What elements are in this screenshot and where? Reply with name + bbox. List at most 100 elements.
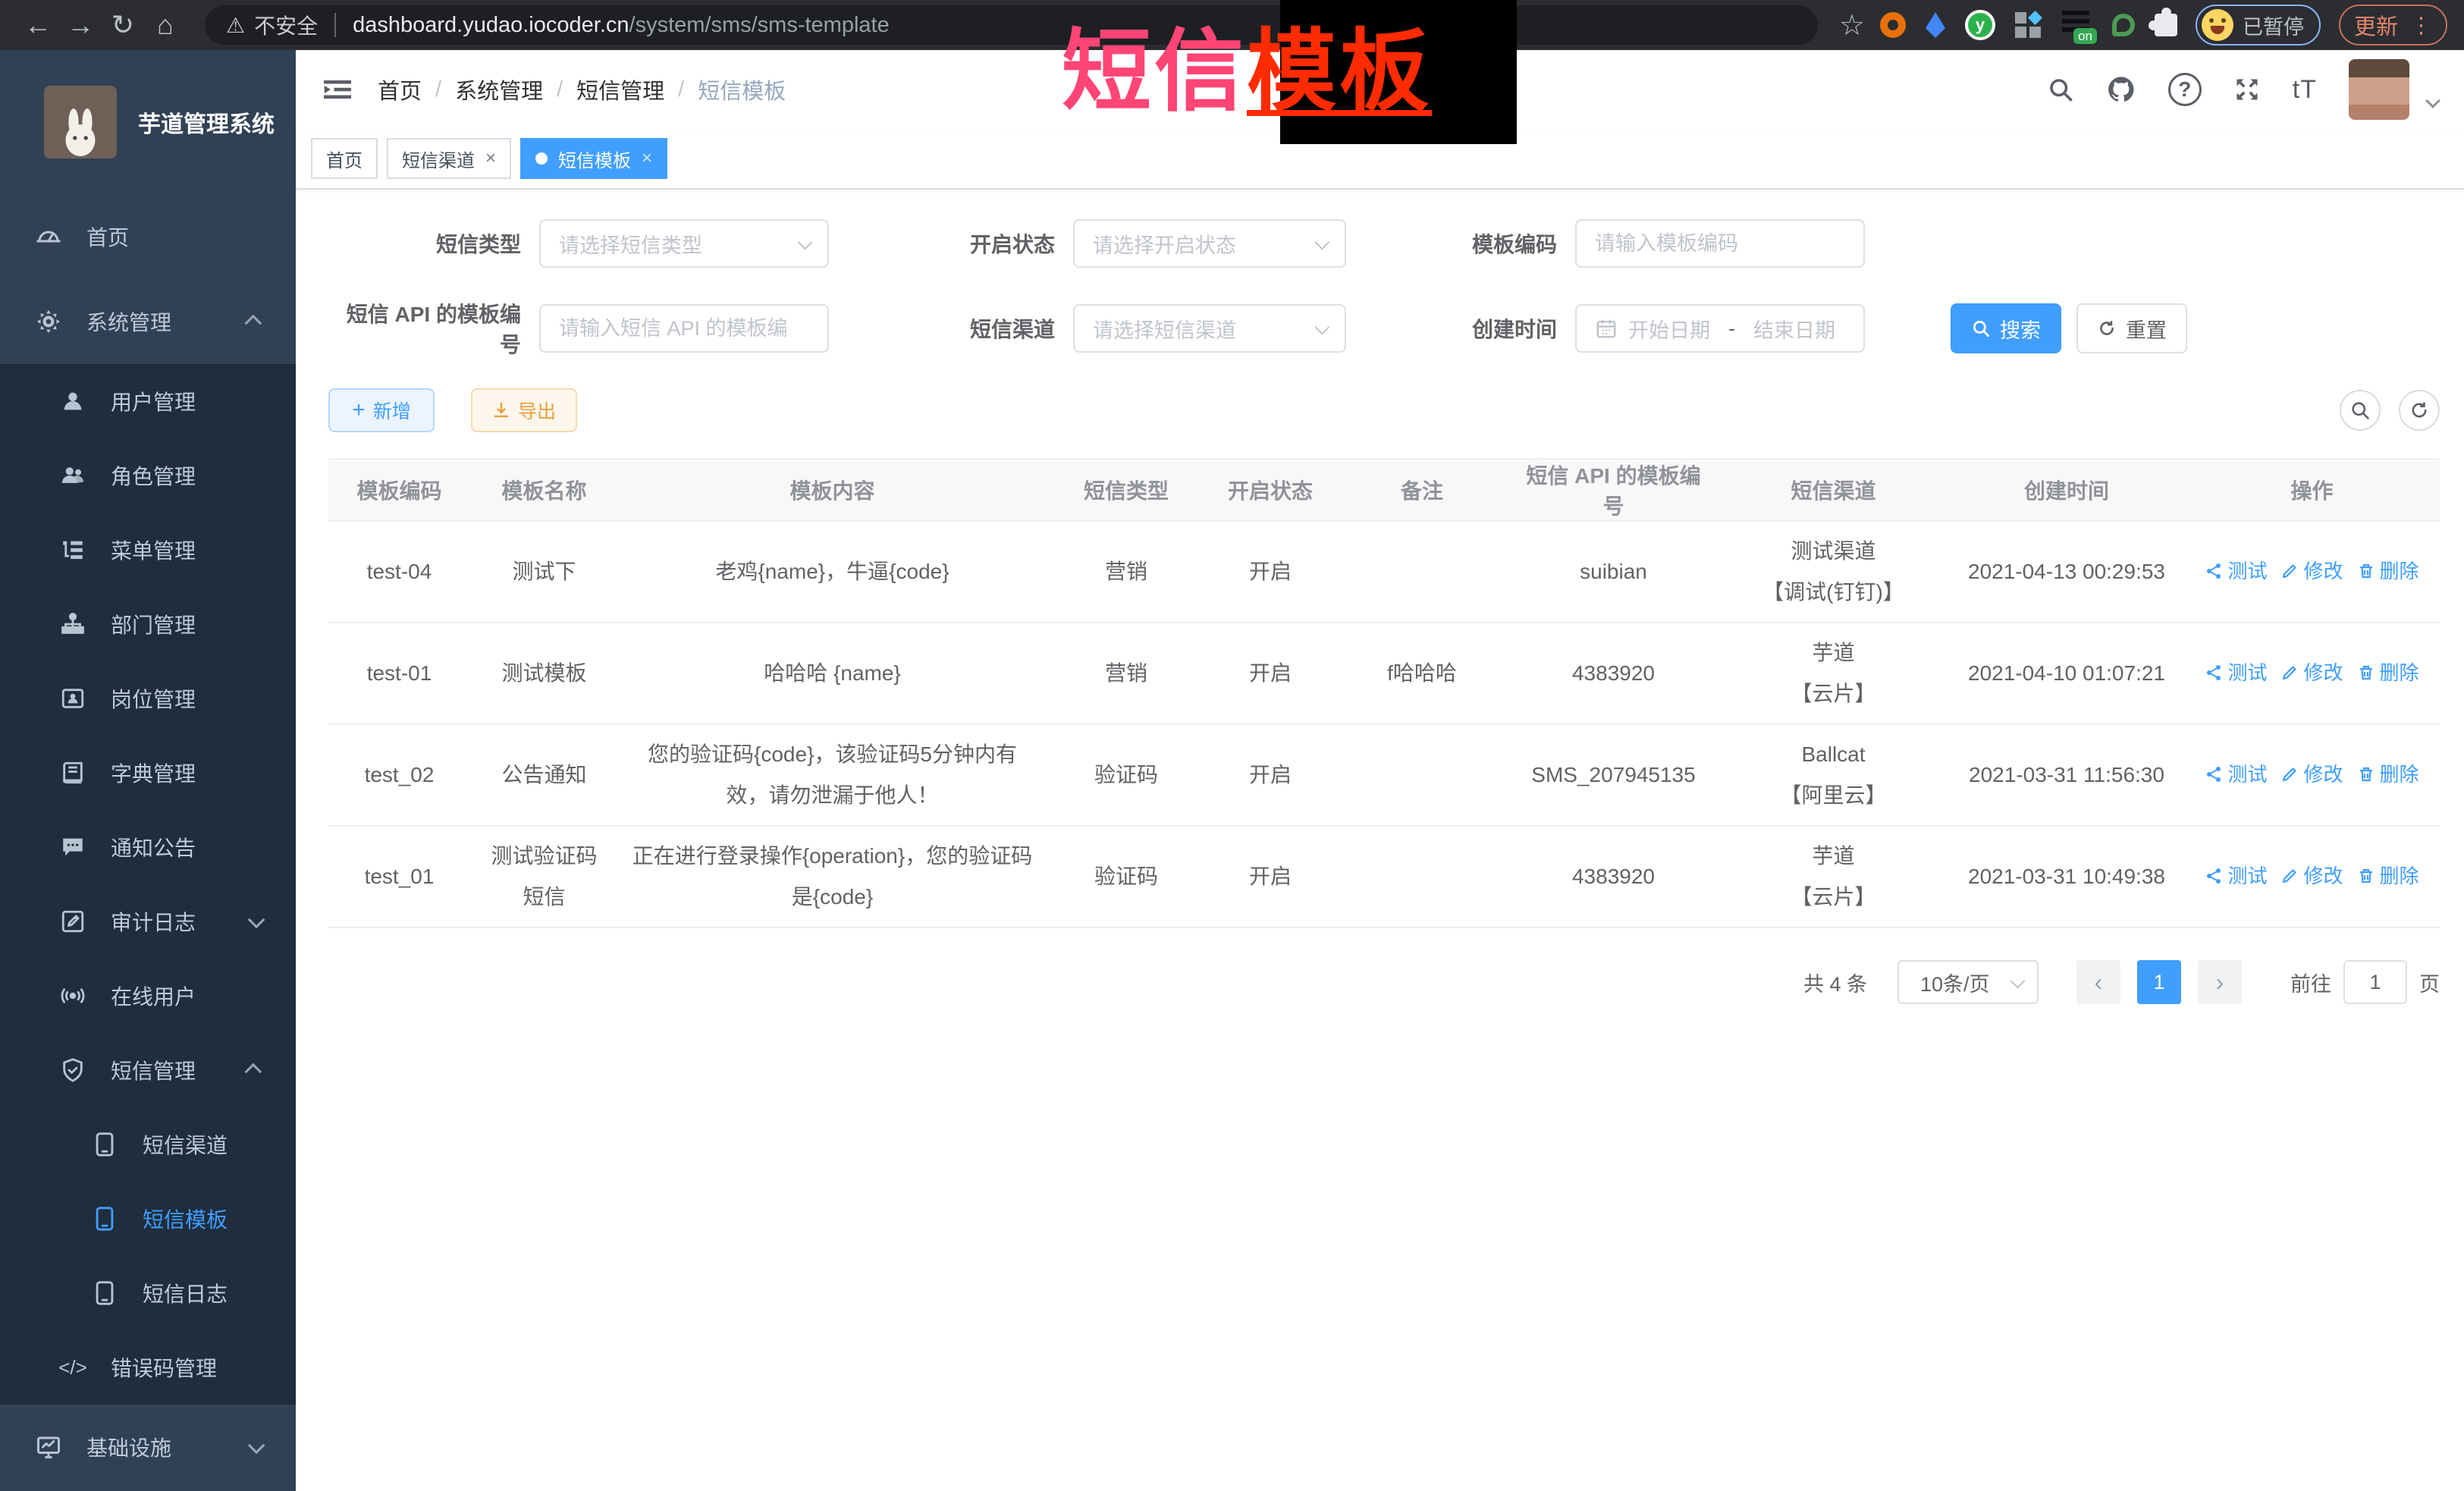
user-menu-caret-icon[interactable] <box>2425 93 2440 108</box>
extension-icon-green[interactable] <box>2112 14 2135 36</box>
breadcrumb-item[interactable]: 首页 <box>378 74 422 105</box>
delete-link[interactable]: 删除 <box>2357 754 2419 795</box>
bookmark-star-icon[interactable]: ☆ <box>1839 8 1865 42</box>
sidebar-item-notices[interactable]: 通知公告 <box>0 810 296 884</box>
browser-menu-icon[interactable]: ⋮ <box>2410 12 2432 39</box>
sidebar-item-infra[interactable]: 基础设施 <box>0 1405 296 1489</box>
extension-icon-list[interactable]: on <box>2061 9 2092 41</box>
page-number-button[interactable]: 1 <box>2137 960 2181 1004</box>
annotation-part2: 模板 <box>1247 22 1432 122</box>
page-size-select[interactable]: 10条/页 <box>1897 960 2039 1004</box>
add-button[interactable]: + 新增 <box>328 388 435 432</box>
delete-link[interactable]: 删除 <box>2357 855 2419 896</box>
edit-link[interactable]: 修改 <box>2280 855 2343 896</box>
cell-created: 2021-03-31 11:56:30 <box>1949 724 2184 826</box>
browser-profile-button[interactable]: 已暂停 <box>2196 5 2321 46</box>
browser-home-icon[interactable]: ⌂ <box>144 4 187 46</box>
cell-name: 测试下 <box>470 521 618 623</box>
github-icon[interactable] <box>2106 74 2136 105</box>
chevron-down-icon <box>1315 320 1330 335</box>
sidebar-item-audit[interactable]: 审计日志 <box>0 884 296 959</box>
cell-content: 哈哈哈 {name} <box>618 623 1047 724</box>
annotation-title: 短信模板 <box>1062 12 1432 132</box>
sidebar-item-menus[interactable]: 菜单管理 <box>0 513 296 587</box>
cell-status: 开启 <box>1206 521 1335 623</box>
sms-template-table: 模板编码 模板名称 模板内容 短信类型 开启状态 备注 短信 API 的模板编号… <box>328 458 2440 928</box>
header-search-icon[interactable] <box>2047 76 2074 103</box>
chevron-down-icon <box>1315 235 1330 250</box>
user-avatar[interactable] <box>2349 59 2409 120</box>
extension-icon-orange[interactable] <box>1880 12 1906 38</box>
profile-emoji-avatar <box>2202 9 2233 41</box>
close-icon[interactable]: × <box>642 148 652 169</box>
extension-icon-drop[interactable] <box>1926 12 1945 38</box>
end-date-placeholder: 结束日期 <box>1753 314 1835 344</box>
goto-page-input[interactable] <box>2343 960 2407 1004</box>
collapse-sidebar-icon[interactable] <box>322 76 353 103</box>
test-link[interactable]: 测试 <box>2205 754 2267 795</box>
sidebar-item-depts[interactable]: 部门管理 <box>0 587 296 661</box>
sidebar-item-system[interactable]: 系统管理 <box>0 279 296 364</box>
toggle-search-button[interactable] <box>2340 390 2381 431</box>
breadcrumb-separator: / <box>435 77 441 102</box>
address-bar[interactable]: ⚠ 不安全 dashboard.yudao.iocoder.cn/system/… <box>205 5 1818 45</box>
status-select[interactable]: 请选择开启状态 <box>1073 219 1346 268</box>
help-icon[interactable]: ? <box>2168 73 2202 106</box>
test-link[interactable]: 测试 <box>2205 551 2267 592</box>
sidebar-item-sms-log[interactable]: 短信日志 <box>0 1256 296 1330</box>
cell-remark <box>1335 724 1509 826</box>
browser-back-icon[interactable]: ← <box>17 4 59 46</box>
browser-forward-icon[interactable]: → <box>59 4 102 46</box>
template-code-input[interactable] <box>1575 219 1865 268</box>
extensions-puzzle-icon[interactable] <box>2155 14 2177 36</box>
app-logo: 芋道管理系统 <box>0 50 296 194</box>
sidebar-item-sms-template[interactable]: 短信模板 <box>0 1182 296 1256</box>
extension-icon-grid[interactable] <box>2015 12 2041 38</box>
search-button[interactable]: 搜索 <box>1951 303 2061 353</box>
test-link[interactable]: 测试 <box>2205 855 2267 896</box>
cell-channel: 芋道【云片】 <box>1718 826 1949 928</box>
sidebar-item-sms[interactable]: 短信管理 <box>0 1033 296 1107</box>
breadcrumb-item[interactable]: 系统管理 <box>455 74 543 105</box>
reset-button[interactable]: 重置 <box>2076 303 2187 353</box>
edit-link[interactable]: 修改 <box>2280 754 2343 795</box>
test-link[interactable]: 测试 <box>2205 652 2267 693</box>
tab-home[interactable]: 首页 <box>311 138 378 179</box>
sidebar-item-online[interactable]: 在线用户 <box>0 959 296 1033</box>
sidebar-item-roles[interactable]: 角色管理 <box>0 438 296 513</box>
sms-channel-select[interactable]: 请选择短信渠道 <box>1073 304 1346 353</box>
next-page-button[interactable]: › <box>2198 960 2242 1004</box>
tab-sms-channel[interactable]: 短信渠道 × <box>387 138 511 179</box>
edit-link[interactable]: 修改 <box>2280 551 2343 592</box>
refresh-button[interactable] <box>2399 390 2440 431</box>
api-template-id-input[interactable] <box>539 304 829 353</box>
sidebar-item-posts[interactable]: 岗位管理 <box>0 661 296 736</box>
delete-link[interactable]: 删除 <box>2357 551 2419 592</box>
sidebar-item-sms-channel[interactable]: 短信渠道 <box>0 1107 296 1182</box>
font-size-icon[interactable]: tT <box>2293 75 2317 105</box>
fullscreen-icon[interactable] <box>2233 76 2261 103</box>
logo-image <box>44 86 117 159</box>
sidebar-item-label: 错误码管理 <box>111 1352 217 1383</box>
select-placeholder: 请选择短信类型 <box>559 229 702 259</box>
export-button[interactable]: 导出 <box>471 388 577 432</box>
sidebar-item-users[interactable]: 用户管理 <box>0 364 296 438</box>
browser-update-button[interactable]: 更新 ⋮ <box>2339 5 2447 46</box>
edit-link[interactable]: 修改 <box>2280 652 2343 693</box>
extension-icon-y[interactable]: y <box>1965 10 1995 40</box>
browser-reload-icon[interactable]: ↻ <box>102 4 144 46</box>
sidebar-item-dicts[interactable]: 字典管理 <box>0 736 296 810</box>
range-separator: - <box>1728 317 1735 341</box>
date-range-picker[interactable]: 开始日期 - 结束日期 <box>1575 304 1865 353</box>
breadcrumb-item[interactable]: 短信管理 <box>576 74 664 105</box>
security-status[interactable]: ⚠ 不安全 <box>226 10 318 40</box>
sms-type-select[interactable]: 请选择短信类型 <box>539 219 829 268</box>
book-icon <box>56 760 89 786</box>
close-icon[interactable]: × <box>485 148 496 169</box>
sidebar-item-home[interactable]: 首页 <box>0 194 296 279</box>
add-button-label: 新增 <box>373 397 411 424</box>
tab-sms-template[interactable]: 短信模板 × <box>520 138 667 179</box>
sidebar-item-errcode[interactable]: </> 错误码管理 <box>0 1330 296 1405</box>
prev-page-button[interactable]: ‹ <box>2076 960 2120 1004</box>
delete-link[interactable]: 删除 <box>2357 652 2419 693</box>
